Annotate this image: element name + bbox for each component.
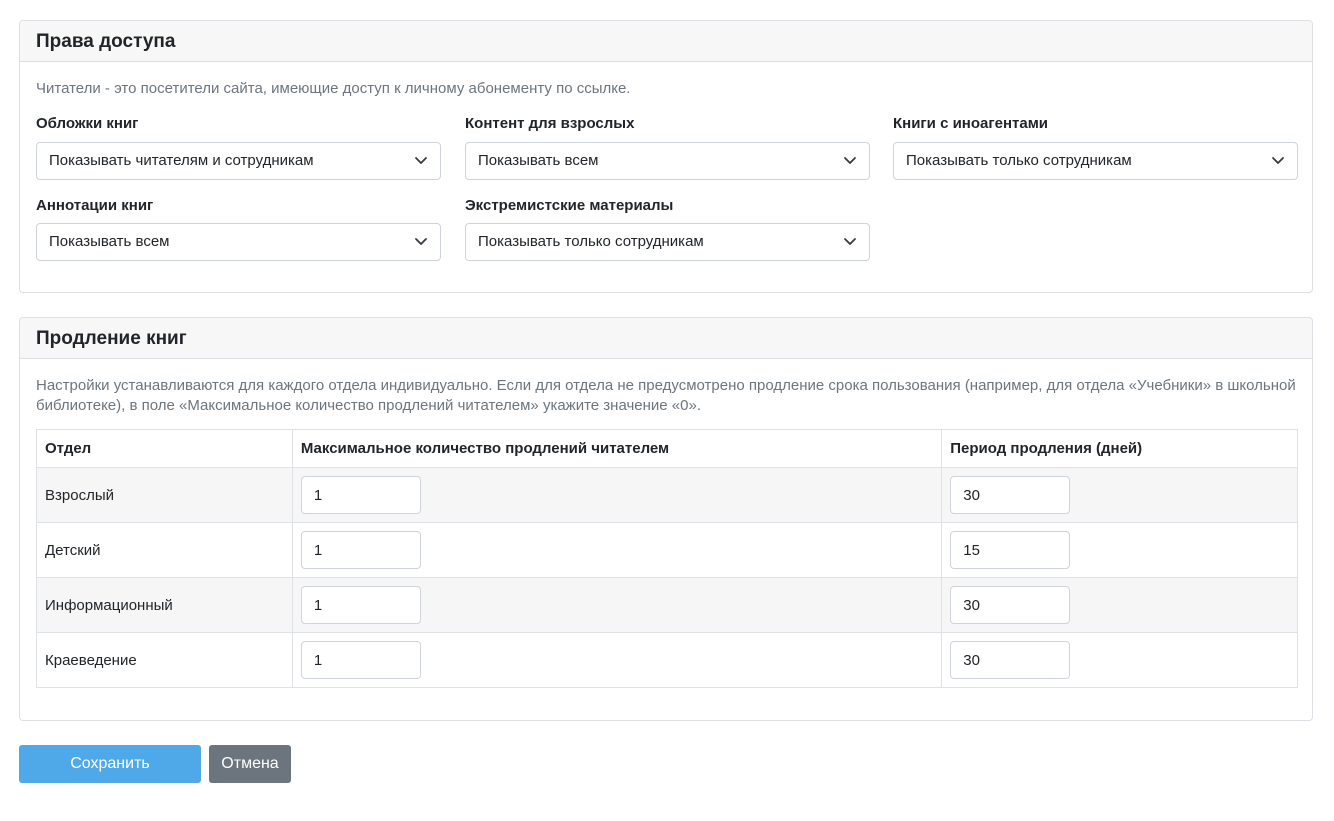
annotations-select-value: Показывать всем: [49, 233, 170, 250]
period-cell: [941, 577, 1298, 633]
save-settings-button[interactable]: Сохранить настройки: [19, 745, 201, 810]
period-days-input[interactable]: [950, 531, 1071, 569]
table-row: Краеведение: [36, 632, 1298, 688]
period-days-input[interactable]: [950, 586, 1071, 624]
period-cell: [941, 467, 1298, 523]
table-row: Информационный: [36, 577, 1298, 633]
extension-title: Продление книг: [20, 318, 1312, 359]
foreign-agents-label: Книги с иноагентами: [893, 115, 1049, 132]
covers-select-value: Показывать читателям и сотрудникам: [49, 152, 314, 169]
period-cell: [941, 522, 1298, 578]
chevron-down-icon: [1272, 157, 1284, 164]
annotations-select[interactable]: Показывать всем: [36, 223, 441, 261]
department-name: Взрослый: [36, 467, 293, 523]
chevron-down-icon: [844, 238, 856, 245]
extension-table: Отдел Максимальное количество продлений …: [36, 429, 1298, 688]
access-rights-description: Читатели - это посетители сайта, имеющие…: [36, 80, 631, 97]
extension-card: Продление книг Настройки устанавливаются…: [19, 317, 1313, 721]
adult-content-label: Контент для взрослых: [465, 115, 635, 132]
max-extensions-cell: [291, 467, 943, 523]
column-header-department: Отдел: [36, 429, 293, 468]
table-row: Взрослый: [36, 467, 1298, 523]
table-row: Детский: [36, 522, 1298, 578]
max-extensions-input[interactable]: [300, 641, 421, 679]
max-extensions-cell: [291, 632, 943, 688]
extremist-materials-select[interactable]: Показывать только сотрудникам: [465, 223, 870, 261]
department-name: Краеведение: [36, 632, 293, 688]
cancel-button[interactable]: Отмена: [209, 745, 291, 783]
chevron-down-icon: [844, 157, 856, 164]
max-extensions-input[interactable]: [300, 586, 421, 624]
max-extensions-input[interactable]: [300, 531, 421, 569]
max-extensions-input[interactable]: [300, 476, 421, 514]
chevron-down-icon: [415, 157, 427, 164]
extremist-materials-label: Экстремистские материалы: [465, 197, 674, 214]
foreign-agents-select[interactable]: Показывать только сотрудникам: [893, 142, 1298, 180]
extension-description: Настройки устанавливаются для каждого от…: [36, 377, 1296, 414]
access-rights-title: Права доступа: [20, 21, 1312, 62]
max-extensions-cell: [291, 522, 943, 578]
period-days-input[interactable]: [950, 641, 1071, 679]
period-cell: [941, 632, 1298, 688]
max-extensions-cell: [291, 577, 943, 633]
department-name: Информационный: [36, 577, 293, 633]
department-name: Детский: [36, 522, 293, 578]
column-header-period: Период продления (дней): [941, 429, 1298, 468]
period-days-input[interactable]: [950, 476, 1071, 514]
extremist-materials-select-value: Показывать только сотрудникам: [478, 233, 704, 250]
covers-select[interactable]: Показывать читателям и сотрудникам: [36, 142, 441, 180]
annotations-label: Аннотации книг: [36, 197, 154, 214]
access-rights-card: Права доступа Читатели - это посетители …: [19, 20, 1313, 293]
adult-content-select-value: Показывать всем: [478, 152, 599, 169]
covers-label: Обложки книг: [36, 115, 139, 132]
chevron-down-icon: [415, 238, 427, 245]
column-header-max-extensions: Максимальное количество продлений читате…: [291, 429, 943, 468]
adult-content-select[interactable]: Показывать всем: [465, 142, 870, 180]
foreign-agents-select-value: Показывать только сотрудникам: [906, 152, 1132, 169]
